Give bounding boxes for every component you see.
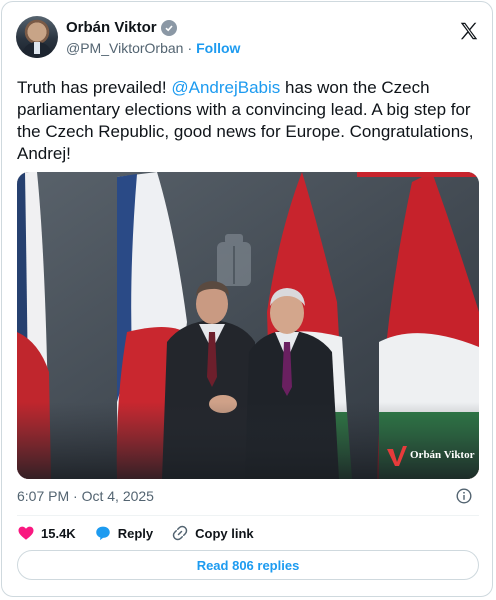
tweet-text: Truth has prevailed! @AndrejBabis has wo… bbox=[17, 77, 479, 165]
heart-icon bbox=[18, 526, 34, 540]
author-handle[interactable]: @PM_ViktorOrban bbox=[66, 40, 183, 56]
photo-watermark-text: Orbán Viktor bbox=[410, 449, 475, 461]
copy-link-button[interactable]: Copy link bbox=[171, 524, 254, 542]
author-name[interactable]: Orbán Viktor bbox=[66, 19, 157, 36]
follow-button[interactable]: Follow bbox=[196, 40, 240, 56]
reply-button[interactable]: Reply bbox=[94, 524, 153, 542]
like-count: 15.4K bbox=[41, 525, 76, 541]
tweet-photo[interactable]: Orbán Viktor bbox=[17, 172, 479, 479]
like-button[interactable]: 15.4K bbox=[17, 524, 76, 542]
divider bbox=[17, 515, 479, 516]
info-icon[interactable] bbox=[456, 488, 472, 504]
photo-illustration bbox=[17, 172, 479, 479]
author-handle-row: @PM_ViktorOrban · Follow bbox=[66, 40, 240, 56]
mention-link[interactable]: @AndrejBabis bbox=[171, 78, 280, 97]
avatar[interactable] bbox=[16, 16, 58, 58]
author-name-row: Orbán Viktor bbox=[66, 19, 177, 36]
tweet-header: Orbán Viktor @PM_ViktorOrban · Follow bbox=[16, 16, 480, 64]
separator-dot: · bbox=[187, 40, 193, 56]
read-replies-button[interactable]: Read 806 replies bbox=[17, 550, 479, 580]
link-icon bbox=[172, 525, 188, 541]
copy-link-label: Copy link bbox=[195, 525, 254, 541]
verified-badge-icon bbox=[160, 19, 177, 36]
tweet-card: Orbán Viktor @PM_ViktorOrban · Follow Tr… bbox=[1, 1, 493, 597]
x-logo-icon[interactable] bbox=[458, 20, 480, 42]
reply-label: Reply bbox=[117, 525, 154, 541]
tweet-text-start: Truth has prevailed! bbox=[17, 78, 172, 97]
post-timestamp[interactable]: 6:07 PM · Oct 4, 2025 bbox=[17, 488, 154, 504]
action-bar: 15.4K Reply Copy link bbox=[17, 524, 272, 542]
reply-bubble-icon bbox=[95, 526, 110, 541]
